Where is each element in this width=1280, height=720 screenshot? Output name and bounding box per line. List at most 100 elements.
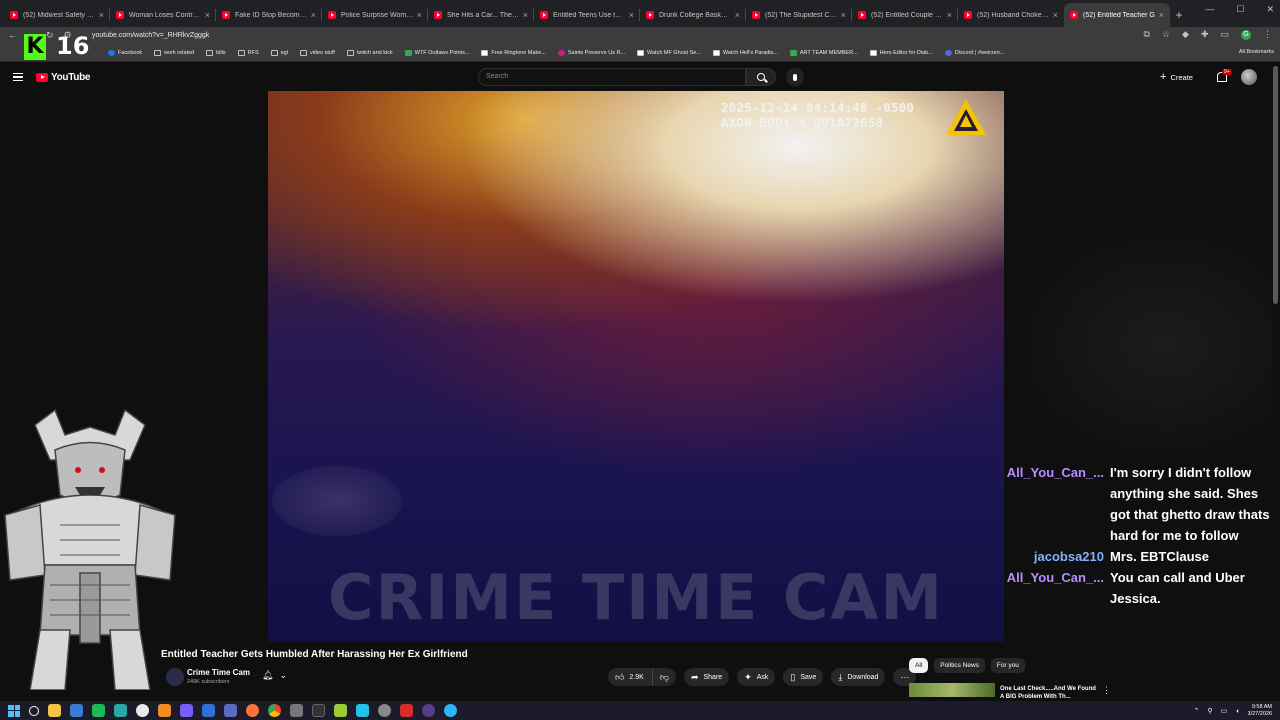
bookmark-item[interactable]: RFS [237,49,259,56]
install-app-icon[interactable]: ⧉ [1144,29,1150,40]
close-window-icon[interactable]: ✕ [1266,4,1274,15]
voice-search-button[interactable] [786,68,804,86]
bookmark-item[interactable]: Saints Preserve Us R... [557,49,625,56]
new-tab-button[interactable]: + [1170,3,1188,27]
bookmark-item[interactable]: WTF Outlaws Points... [404,49,469,56]
ask-button[interactable]: ✦ Ask [737,668,776,686]
app-grey-icon[interactable] [290,704,303,717]
file-explorer-icon[interactable] [48,704,61,717]
browser-tab[interactable]: Woman Loses Control and× [110,3,216,27]
store-icon[interactable] [70,704,83,717]
browser-tab[interactable]: (52) Midwest Safety - You × [4,3,110,27]
url-field[interactable]: youtube.com/watch?v=_RHRkvZgggk [92,32,209,39]
bookmark-item[interactable]: Watch MF Ghost Se... [637,49,701,56]
close-tab-icon[interactable]: × [417,10,422,20]
profile-avatar[interactable]: G [1241,29,1251,40]
app-blue-icon[interactable] [202,704,215,717]
app-sky-icon[interactable] [444,704,457,717]
bookmark-item[interactable]: Facebook [108,49,142,56]
browser-tab[interactable]: Police Surprise Woman Co× [322,3,428,27]
menu-hamburger-icon[interactable] [13,73,23,81]
reload-icon[interactable]: ↻ [46,30,54,41]
chrome-icon[interactable] [268,704,281,717]
network-icon[interactable]: ▭ [1221,707,1228,715]
app-green-icon[interactable] [92,704,105,717]
browser-tab[interactable]: (52) The Stupidest Crimin × [746,3,852,27]
app-cyan-icon[interactable] [356,704,369,717]
bookmark-item[interactable]: Watch Hell's Paradis... [712,49,778,56]
app-teal-icon[interactable] [114,704,127,717]
app-red-icon[interactable] [400,704,413,717]
bookmark-item[interactable]: ART TEAM MEMBER... [789,49,858,56]
close-tab-icon[interactable]: × [99,10,104,20]
recommended-video-thumbnail[interactable] [909,683,995,697]
share-button[interactable]: ➦ Share [683,668,730,686]
sidebar-icon[interactable]: ▭ [1220,29,1229,40]
app-dark-icon[interactable] [312,704,325,717]
account-avatar[interactable] [1241,69,1257,85]
clock[interactable]: 9:58 AM 3/27/2026 [1248,704,1272,718]
all-bookmarks[interactable]: All Bookmarks [1239,49,1274,55]
bookmark-item[interactable]: twitch and kick [346,49,393,56]
browser-tab[interactable]: (52) Entitled Couple Mee × [852,3,958,27]
location-icon[interactable]: ⚲ [1208,707,1213,715]
bookmark-item[interactable]: Free Ringtone Make... [481,49,546,56]
chip-all[interactable]: All [909,658,929,673]
maximize-icon[interactable]: ☐ [1236,4,1244,15]
bookmark-item[interactable]: Discord | #welcom... [944,49,1004,56]
chip-for-you[interactable]: For you [990,658,1025,673]
back-icon[interactable]: ← [8,30,17,41]
bookmark-item[interactable]: Hero Editor for Diab... [869,49,933,56]
bookmark-item[interactable]: bills [206,49,226,56]
steam-icon[interactable] [136,704,149,717]
settings-icon[interactable] [378,704,391,717]
app-lime-icon[interactable] [334,704,347,717]
windows-start-icon[interactable] [8,704,20,717]
browser-tab-active[interactable]: (52) Entitled Teacher G × [1064,3,1170,27]
app-orange-icon[interactable] [158,704,171,717]
more-vertical-icon[interactable]: ⋮ [1102,685,1111,696]
extension-icon[interactable]: ◆ [1182,29,1189,40]
close-tab-icon[interactable]: × [1159,10,1164,20]
chevron-up-icon[interactable]: ⌃ [1194,707,1200,715]
close-tab-icon[interactable]: × [947,10,952,20]
browser-tab[interactable]: Drunk College Basketball × [640,3,746,27]
create-button[interactable]: + Create [1160,71,1193,83]
bookmark-item[interactable]: video stuff [299,49,335,56]
channel-avatar[interactable] [166,668,184,686]
close-tab-icon[interactable]: × [1053,10,1058,20]
dislike-button[interactable]: 👎︎ [652,668,676,686]
close-tab-icon[interactable]: × [841,10,846,20]
close-tab-icon[interactable]: × [205,10,210,20]
bookmark-item[interactable]: work related [154,49,194,56]
bookmark-item[interactable]: egl [270,49,288,56]
subscription-bell[interactable]: 🔔︎ ⌄ [262,670,287,681]
browser-tab[interactable]: Fake ID Stop Becomes a F× [216,3,322,27]
bookmark-star-icon[interactable]: ☆ [1162,29,1170,40]
minimize-icon[interactable]: — [1205,4,1214,15]
firefox-icon[interactable] [246,704,259,717]
app-slate-icon[interactable] [224,704,237,717]
extensions-puzzle-icon[interactable]: ✚ [1201,29,1209,40]
like-button[interactable]: 👍︎ 2.9K [608,668,653,686]
browser-tab[interactable]: She Hits a Car... Then Pre× [428,3,534,27]
browser-menu-icon[interactable]: ⋮ [1263,29,1272,40]
recommended-video-title[interactable]: One Last Check.....And We Found A BIG Pr… [1000,685,1096,701]
youtube-logo[interactable]: YouTube [36,72,91,83]
close-tab-icon[interactable]: × [523,10,528,20]
obs-icon[interactable] [422,704,435,717]
page-scrollbar[interactable] [1273,66,1278,304]
app-purple-icon[interactable] [180,704,193,717]
search-taskbar-icon[interactable] [29,705,39,716]
search-button[interactable] [746,68,776,86]
browser-tab[interactable]: Entitled Teens Use the Ra × [534,3,640,27]
close-tab-icon[interactable]: × [629,10,634,20]
chip-politics-news[interactable]: Politics News [934,658,985,673]
video-player[interactable]: 2025-12-14 04:14:48 -0500 AXON BODY 4 D0… [268,91,1004,642]
channel-name[interactable]: Crime Time Cam [187,668,250,677]
download-button[interactable]: ⤓ Download [831,668,886,686]
volume-icon[interactable]: ◖ [1235,708,1239,715]
save-button[interactable]: ▯ Save [783,668,824,686]
browser-tab[interactable]: (52) Husband Chokes Wif × [958,3,1064,27]
close-tab-icon[interactable]: × [735,10,740,20]
